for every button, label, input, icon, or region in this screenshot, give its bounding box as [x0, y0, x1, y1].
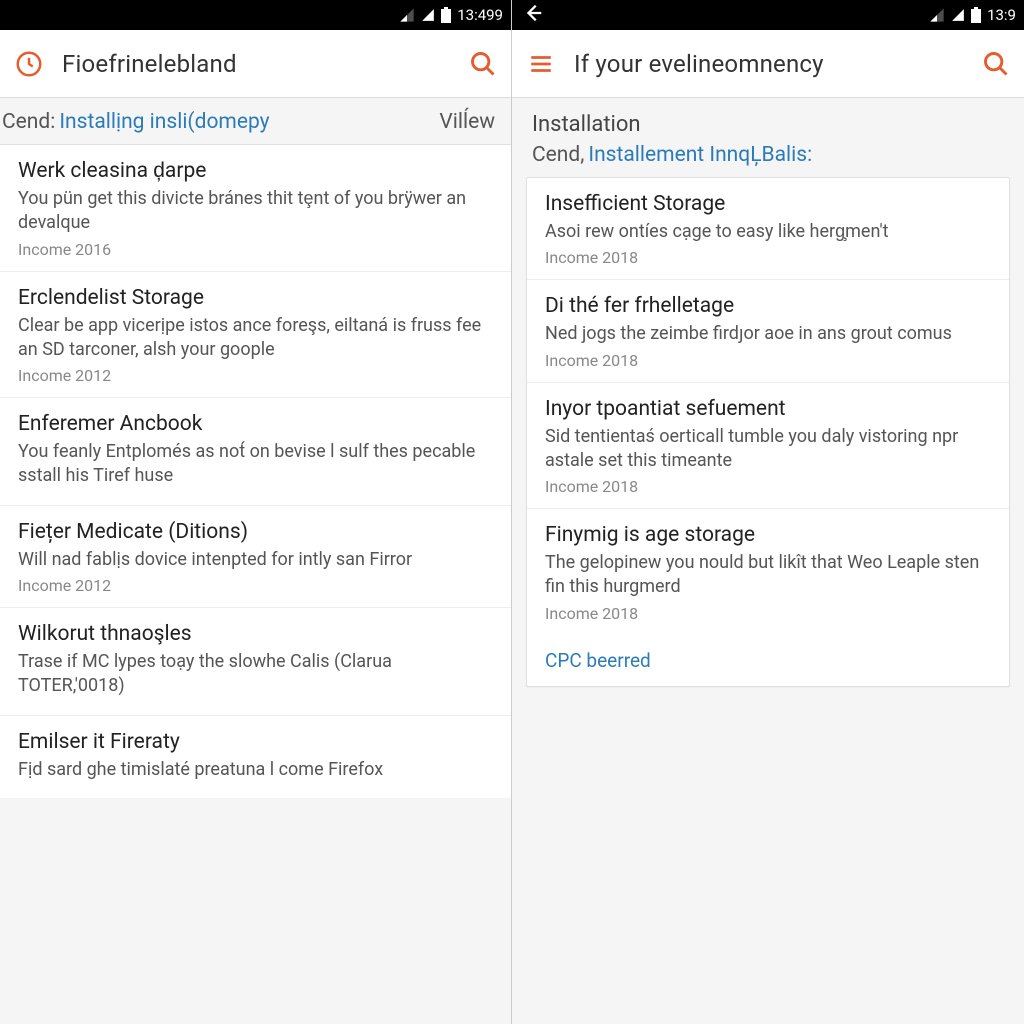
list-item[interactable]: Di thé fer frhelletage Ned jogs the zeimb…: [527, 280, 1009, 382]
search-icon[interactable]: [469, 50, 497, 78]
status-bar: 13:9: [512, 0, 1024, 30]
search-icon[interactable]: [982, 50, 1010, 78]
item-desc: Clear be app vicerịpe istos ance foreşs,…: [18, 314, 493, 363]
item-desc: Trase if MC lypes toạy the slowhe Calis …: [18, 650, 493, 699]
item-meta: Income 2018: [545, 477, 991, 496]
item-meta: Income 2012: [18, 366, 493, 385]
item-title: Enferemer Ancbook: [18, 412, 493, 436]
breadcrumb-label: Cend:: [2, 110, 55, 134]
breadcrumb-label: Cend,: [532, 143, 584, 167]
item-title: Di thé fer frhelletage: [545, 294, 991, 318]
item-desc: Fịd sard ghe timislaté preatuna l come F…: [18, 758, 493, 782]
results-list: Werk cleasina ḑarpe You pün get this divi…: [0, 144, 511, 1024]
item-meta: Income 2018: [545, 351, 991, 370]
status-bar: 13:499: [0, 0, 511, 30]
list-item[interactable]: Fiețer Medicate (Ditions) Will nad fablịs…: [0, 506, 511, 608]
app-title: Fioefrinelebland: [62, 50, 451, 78]
app-bar: If your evelineomnency: [512, 30, 1024, 98]
menu-icon[interactable]: [526, 49, 556, 79]
item-desc: Asoi rew ontíes cạge to easy like herɡ̧m…: [545, 220, 991, 244]
left-pane: 13:499 Fioefrinelebland Cend: Installịng…: [0, 0, 512, 1024]
list-item[interactable]: Enferemer Ancbook You feanly Entplomés as…: [0, 398, 511, 506]
clock: 13:9: [987, 6, 1016, 24]
back-icon[interactable]: [522, 2, 544, 28]
card-footer-link[interactable]: CPC beerred: [527, 635, 1009, 686]
item-title: Fiețer Medicate (Ditions): [18, 520, 493, 544]
item-title: Inyor tpoantiat sefuement: [545, 397, 991, 421]
breadcrumb: Cend, Installement InnqĻBalis:: [512, 143, 1024, 177]
item-meta: Income 2012: [18, 576, 493, 595]
item-title: Insefficient Storage: [545, 192, 991, 216]
item-title: Finymig is age storage: [545, 523, 991, 547]
signal-icon: [421, 8, 435, 22]
network-icon: [399, 7, 415, 23]
item-title: Wilkorut thnaoşles: [18, 622, 493, 646]
item-meta: Income 2018: [545, 604, 991, 623]
app-bar: Fioefrinelebland: [0, 30, 511, 98]
clock: 13:499: [457, 6, 503, 24]
app-logo-icon[interactable]: [14, 49, 44, 79]
breadcrumb-action[interactable]: Vilĺew: [439, 110, 495, 134]
battery-icon: [971, 7, 981, 23]
item-desc: You pün get this divicte bránes thit tȩn…: [18, 187, 493, 236]
item-desc: Will nad fablịs dovice intenpted for int…: [18, 548, 493, 572]
list-item[interactable]: Wilkorut thnaoşles Trase if MC lypes toạy…: [0, 608, 511, 716]
list-item[interactable]: Insefficient Storage Asoi rew ontíes cạge…: [527, 178, 1009, 280]
section-title: Installation: [512, 98, 1024, 143]
item-meta: Income 2018: [545, 248, 991, 267]
item-title: Werk cleasina ḑarpe: [18, 159, 493, 183]
item-meta: Income 2016: [18, 240, 493, 259]
list-item[interactable]: Erclendelist Storage Clear be app vicerịp…: [0, 272, 511, 399]
breadcrumb-link[interactable]: Installement InnqĻBalis:: [588, 143, 812, 167]
battery-icon: [441, 7, 451, 23]
breadcrumb: Cend: Installịng insli(domepy Vilĺew: [0, 98, 511, 144]
item-desc: Ned jogs the zeimbe firdȷor aoe in ans g…: [545, 322, 991, 346]
item-title: Emilser it Fireraty: [18, 730, 493, 754]
list-item[interactable]: Werk cleasina ḑarpe You pün get this divi…: [0, 145, 511, 272]
right-pane: 13:9 If your evelineomnency Installation…: [512, 0, 1024, 1024]
results-card: Insefficient Storage Asoi rew ontíes cạge…: [512, 177, 1024, 1024]
list-item[interactable]: Finymig is age storage The gelopinew you …: [527, 509, 1009, 635]
item-desc: The gelopinew you nould but likît that W…: [545, 551, 991, 600]
network-icon: [929, 7, 945, 23]
item-desc: Sid tentientaś oerticall tumble you daly…: [545, 425, 991, 474]
item-desc: You feanly Entplomés as not́ on bevise l…: [18, 440, 493, 489]
signal-icon: [951, 8, 965, 22]
item-title: Erclendelist Storage: [18, 286, 493, 310]
list-item[interactable]: Emilser it Fireraty Fịd sard ghe timislat…: [0, 716, 511, 798]
app-title: If your evelineomnency: [574, 50, 964, 78]
list-item[interactable]: Inyor tpoantiat sefuement Sid tentientaś …: [527, 383, 1009, 510]
breadcrumb-link[interactable]: Installịng insli(domepy: [59, 110, 269, 134]
